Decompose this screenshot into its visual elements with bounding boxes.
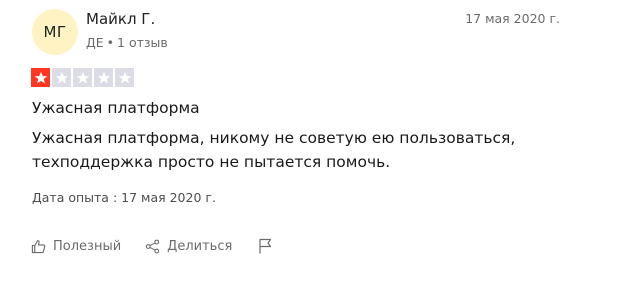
star-filled (31, 68, 50, 87)
review-actions: Полезный Делиться (31, 238, 272, 254)
share-button[interactable]: Делиться (145, 239, 232, 254)
thumbs-up-icon (31, 239, 46, 254)
star-empty (94, 68, 113, 87)
star-icon (118, 71, 131, 83)
star-empty (52, 68, 71, 87)
star-icon (34, 71, 47, 83)
review-body: Ужасная платформа, никому не советую ею … (32, 129, 516, 171)
share-label: Делиться (167, 238, 233, 254)
useful-label: Полезный (53, 238, 122, 254)
star-icon (97, 71, 110, 83)
avatar[interactable]: МГ (32, 9, 78, 55)
report-button[interactable] (258, 238, 272, 254)
star-empty (73, 68, 92, 87)
experience-date-value: 17 мая 2020 г. (121, 190, 216, 205)
review-date: 17 мая 2020 г. (465, 11, 560, 26)
useful-button[interactable]: Полезный (31, 239, 121, 254)
author-review-count: 1 отзыв (117, 35, 168, 50)
meta-separator: • (106, 35, 115, 50)
experience-date-label: Дата опыта : (32, 190, 118, 205)
star-icon (55, 71, 68, 83)
review-title[interactable]: Ужасная платформа (32, 99, 200, 117)
star-icon (76, 71, 89, 83)
author-country: ДЕ (86, 35, 104, 50)
share-icon (145, 239, 160, 254)
review-card: МГ Майкл Г. ДЕ • 1 отзыв 17 мая 2020 г. Уж… (0, 0, 624, 283)
author-meta: ДЕ • 1 отзыв (86, 35, 168, 50)
experience-date: Дата опыта : 17 мая 2020 г. (32, 190, 216, 205)
author-name[interactable]: Майкл Г. (86, 10, 155, 28)
star-empty (115, 68, 134, 87)
star-rating (31, 68, 134, 87)
flag-icon (258, 238, 272, 254)
